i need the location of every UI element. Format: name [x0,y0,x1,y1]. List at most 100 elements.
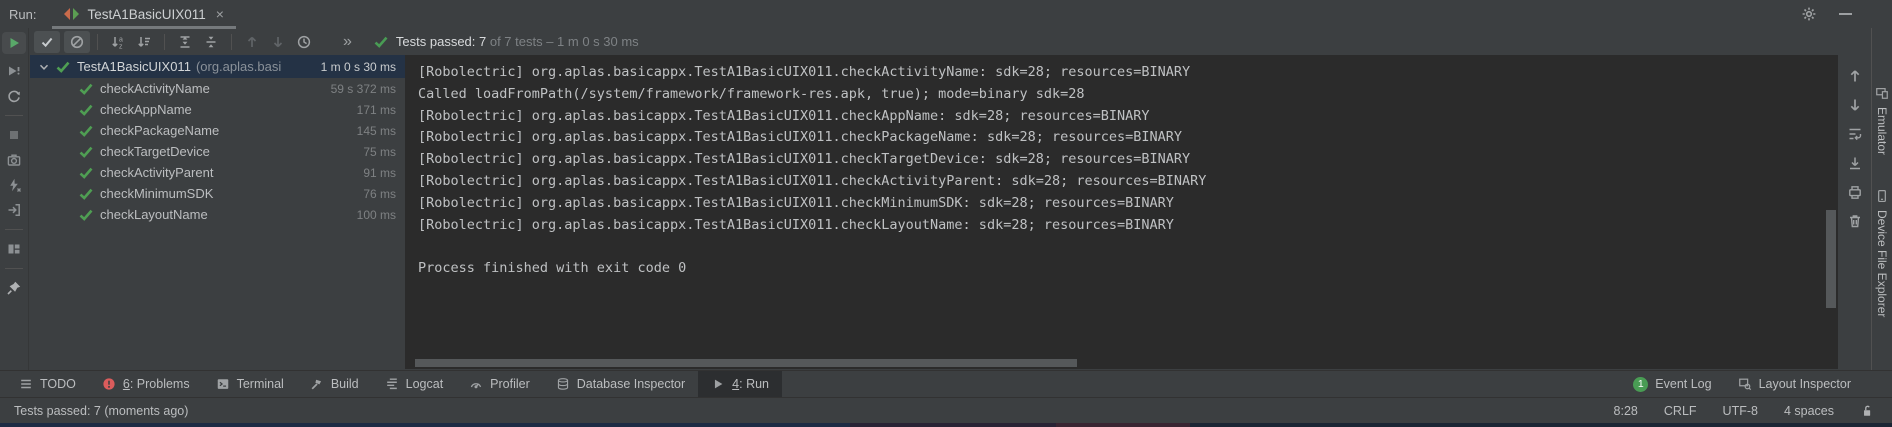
tree-row-test[interactable]: checkAppName 171 ms [30,99,405,120]
tree-row-test[interactable]: checkActivityName 59 s 372 ms [30,78,405,99]
show-passed-button[interactable] [34,31,60,53]
console-line: [Robolectric] org.aplas.basicappx.TestA1… [418,149,1838,171]
print-button[interactable] [1847,184,1863,200]
collapse-all-button[interactable] [198,31,224,53]
toolwindow-run[interactable]: 4: Run [698,371,782,397]
cursor-position[interactable]: 8:28 [1614,404,1638,418]
thread-dump-icon[interactable] [6,177,22,193]
test-name: checkLayoutName [100,207,208,222]
toggle-auto-test-button[interactable] [6,88,22,104]
arrow-down-icon [270,34,286,50]
toolwindow-build[interactable]: Build [297,371,372,397]
tree-row-test[interactable]: checkTargetDevice 75 ms [30,141,405,162]
suite-name: TestA1BasicUIX011 [77,59,191,74]
vertical-scrollbar[interactable] [1826,210,1836,308]
toolwindow-todo[interactable]: TODO [6,371,89,397]
strip-separator [5,268,23,269]
test-passed-icon [55,59,71,75]
clear-console-trash-button[interactable] [1847,213,1863,229]
test-passed-icon [78,144,94,160]
event-log-count-badge: 1 [1633,377,1648,392]
next-occurrence-button[interactable] [265,31,291,53]
stop-button[interactable] [6,127,22,143]
problems-mnemonic: 6 [123,377,130,391]
test-passed-icon [78,81,94,97]
sort-alpha-icon: a z [110,34,126,50]
toolwindow-database-inspector[interactable]: Database Inspector [543,371,698,397]
check-icon [39,34,55,50]
run-header: Run: TestA1BasicUIX011 × [0,0,1892,28]
logcat-icon [385,377,399,391]
test-duration: 75 ms [363,145,396,159]
tree-row-test[interactable]: checkPackageName 145 ms [30,120,405,141]
layout-inspector-icon [1738,377,1752,391]
toolbar-separator [164,34,165,50]
console-line: Process finished with exit code 0 [418,258,1838,280]
console-actions-gutter [1838,55,1871,369]
sort-alphabetically-button[interactable]: a z [105,31,131,53]
console-output: [Robolectric] org.aplas.basicappx.TestA1… [405,55,1838,280]
horizontal-scrollbar[interactable] [415,359,1077,367]
soft-wrap-button[interactable] [1847,126,1863,142]
layout-inspector-button[interactable]: Layout Inspector [1725,371,1864,397]
attach-to-process-icon[interactable] [6,202,22,218]
down-stack-trace-button[interactable] [1847,97,1863,113]
screenshot-camera-icon[interactable] [6,152,22,168]
test-passed-icon [78,207,94,223]
tree-row-test[interactable]: checkActivityParent 91 ms [30,162,405,183]
expand-all-icon [177,34,193,50]
toolbar-overflow-icon[interactable]: » [343,33,351,51]
tree-row-test[interactable]: checkMinimumSDK 76 ms [30,183,405,204]
expand-all-button[interactable] [172,31,198,53]
rerun-tests-button[interactable] [2,32,26,54]
tab-emulator[interactable]: Emulator [1875,86,1889,155]
gear-icon[interactable] [1801,6,1817,22]
run-play-icon [6,35,22,51]
file-encoding[interactable]: UTF-8 [1723,404,1758,418]
status-bar: Tests passed: 7 (moments ago) 8:28 CRLF … [0,397,1892,423]
tree-row-test[interactable]: checkLayoutName 100 ms [30,204,405,225]
test-passed-icon [78,123,94,139]
line-separator[interactable]: CRLF [1664,404,1697,418]
todo-list-icon [19,377,33,391]
run-label: : Run [739,377,769,391]
toolwindow-logcat[interactable]: Logcat [372,371,457,397]
arrow-up-icon [244,34,260,50]
run-tab[interactable]: TestA1BasicUIX011 × [52,0,236,28]
test-console[interactable]: [Robolectric] org.aplas.basicappx.TestA1… [405,55,1838,369]
layout-inspector-label: Layout Inspector [1759,377,1851,391]
hide-toolwindow-icon[interactable] [1839,13,1852,15]
pin-tab-icon[interactable] [6,280,22,296]
toolwindow-bar: TODO 6: Problems Terminal Build Logcat P… [0,370,1892,397]
restore-layout-icon[interactable] [6,241,22,257]
sort-by-duration-button[interactable] [131,31,157,53]
test-name: checkPackageName [100,123,219,138]
toolwindow-terminal[interactable]: Terminal [203,371,297,397]
build-hammer-icon [310,377,324,391]
test-history-button[interactable] [291,31,317,53]
tab-device-file-explorer[interactable]: Device File Explorer [1875,189,1889,317]
logcat-label: Logcat [406,377,444,391]
close-tab-icon[interactable]: × [216,7,224,21]
strip-separator [5,115,23,116]
indent-setting[interactable]: 4 spaces [1784,404,1834,418]
console-line: [Robolectric] org.aplas.basicappx.TestA1… [418,215,1838,237]
scroll-to-end-button[interactable] [1847,155,1863,171]
toolwindow-profiler[interactable]: Profiler [456,371,543,397]
event-log-button[interactable]: 1 Event Log [1620,371,1724,397]
rerun-failed-tests-button[interactable] [6,63,22,79]
show-ignored-button[interactable] [64,31,90,53]
run-tool-window: Run: TestA1BasicUIX011 × a [0,0,1892,427]
problems-label: : Problems [130,377,190,391]
summary-details: of 7 tests – 1 m 0 s 30 ms [486,34,638,49]
sort-duration-icon [136,34,152,50]
toolwindow-problems[interactable]: 6: Problems [89,371,203,397]
up-stack-trace-button[interactable] [1847,68,1863,84]
chevron-down-icon[interactable] [37,60,51,74]
tree-row-root[interactable]: TestA1BasicUIX011 (org.aplas.basi 1 m 0 … [30,55,405,78]
previous-occurrence-button[interactable] [239,31,265,53]
run-label: Run: [9,7,36,22]
unlock-icon[interactable] [1860,404,1874,418]
database-icon [556,377,570,391]
history-clock-icon [296,34,312,50]
